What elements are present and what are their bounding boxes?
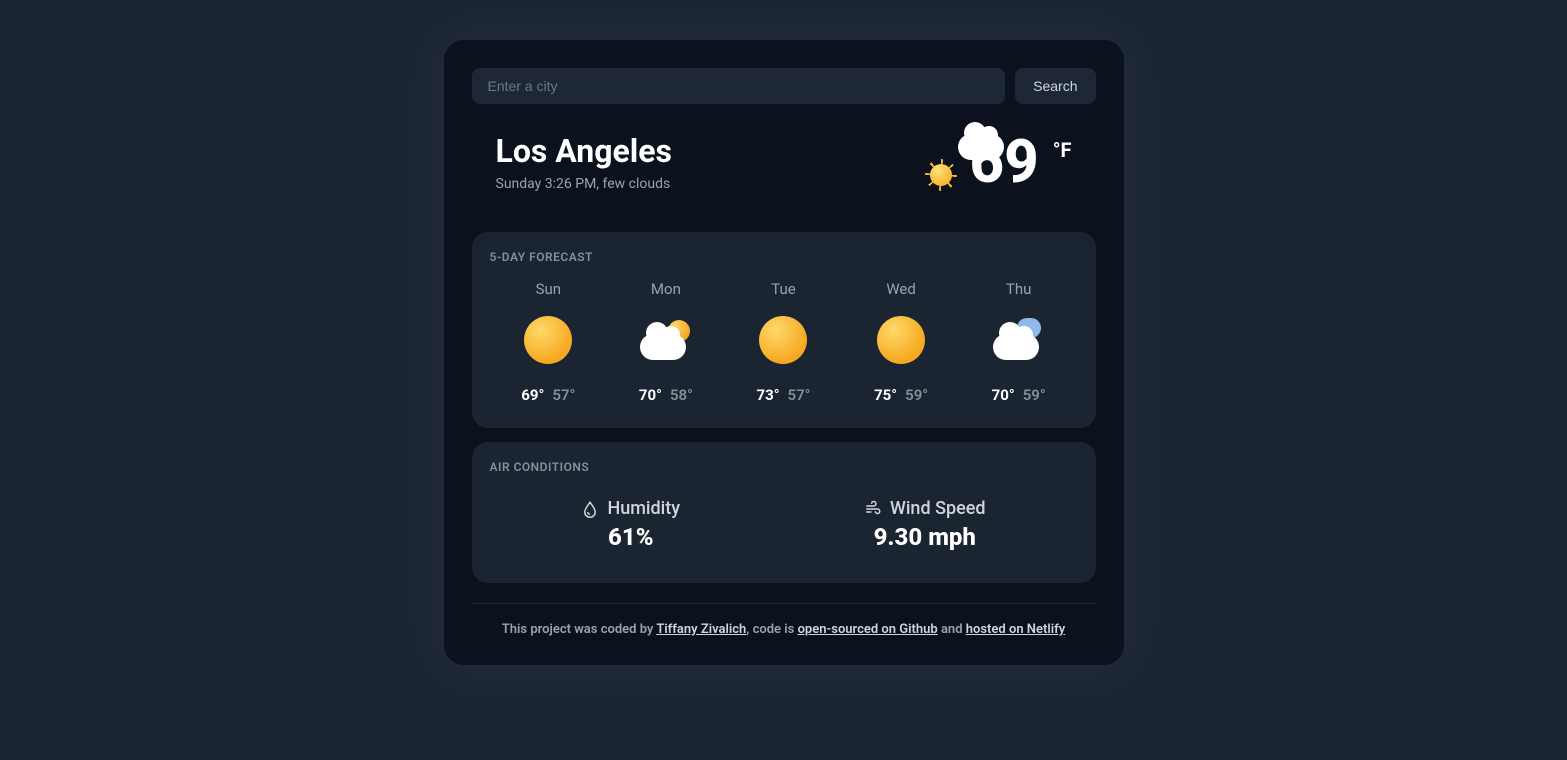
forecast-day: Sun 69° 57° [493, 280, 603, 404]
forecast-hi: 69° [521, 386, 544, 404]
current-temp-group: 69 °F [956, 132, 1072, 192]
current-subline: Sunday 3:26 PM, few clouds [496, 176, 672, 192]
forecast-title: 5-DAY FORECAST [490, 250, 1078, 264]
forecast-day-name: Tue [728, 280, 838, 298]
droplet-icon [581, 500, 599, 518]
forecast-temps: 75° 59° [846, 386, 956, 404]
sun-icon [728, 312, 838, 368]
forecast-hi: 70° [992, 386, 1015, 404]
forecast-lo: 58° [670, 386, 693, 404]
air-panel: AIR CONDITIONS Humidity 61% [472, 442, 1096, 583]
forecast-temps: 70° 58° [611, 386, 721, 404]
forecast-panel: 5-DAY FORECAST Sun 69° 57° Mon 70° 58° Tue 73° 5… [472, 232, 1096, 428]
air-row: Humidity 61% Wind Speed 9.30 mph [490, 490, 1078, 559]
forecast-day-name: Sun [493, 280, 603, 298]
cloud-sun-icon [611, 312, 721, 368]
wind-icon [864, 500, 882, 518]
forecast-day: Wed 75° 59° [846, 280, 956, 404]
author-link[interactable]: Tiffany Zivalich [656, 622, 746, 637]
footer-mid2: and [938, 622, 966, 637]
forecast-temps: 69° 57° [493, 386, 603, 404]
cloud-icon [964, 312, 1074, 368]
humidity-label-row: Humidity [581, 498, 680, 519]
github-link[interactable]: open-sourced on Github [798, 622, 938, 637]
forecast-row: Sun 69° 57° Mon 70° 58° Tue 73° 57° Wed 75° 59° Thu 7… [490, 280, 1078, 404]
forecast-hi: 70° [639, 386, 662, 404]
humidity-block: Humidity 61% [581, 498, 680, 551]
city-name: Los Angeles [496, 132, 672, 170]
footer: This project was coded by Tiffany Zivali… [472, 603, 1096, 637]
forecast-day: Thu 70° 59° [964, 280, 1074, 404]
wind-label: Wind Speed [890, 498, 986, 519]
forecast-lo: 57° [788, 386, 811, 404]
forecast-day-name: Mon [611, 280, 721, 298]
footer-prefix: This project was coded by [502, 622, 657, 637]
forecast-lo: 59° [905, 386, 928, 404]
city-search-input[interactable] [472, 68, 1006, 104]
forecast-day-name: Wed [846, 280, 956, 298]
humidity-value: 61% [608, 523, 653, 551]
forecast-hi: 75° [874, 386, 897, 404]
current-text: Los Angeles Sunday 3:26 PM, few clouds [496, 132, 672, 192]
footer-mid1: , code is [746, 622, 797, 637]
sun-icon [493, 312, 603, 368]
forecast-temps: 73° 57° [728, 386, 838, 404]
search-button[interactable]: Search [1015, 68, 1095, 104]
forecast-day-name: Thu [964, 280, 1074, 298]
forecast-hi: 73° [756, 386, 779, 404]
wind-label-row: Wind Speed [864, 498, 986, 519]
netlify-link[interactable]: hosted on Netlify [966, 622, 1065, 637]
current-weather: Los Angeles Sunday 3:26 PM, few clouds 6… [472, 132, 1096, 232]
weather-card: Search Los Angeles Sunday 3:26 PM, few c… [444, 40, 1124, 665]
humidity-label: Humidity [607, 498, 680, 519]
forecast-day: Tue 73° 57° [728, 280, 838, 404]
sun-icon [846, 312, 956, 368]
forecast-day: Mon 70° 58° [611, 280, 721, 404]
unit-toggle[interactable]: °F [1053, 138, 1072, 162]
forecast-temps: 70° 59° [964, 386, 1074, 404]
search-row: Search [472, 68, 1096, 104]
forecast-lo: 57° [552, 386, 575, 404]
wind-block: Wind Speed 9.30 mph [864, 498, 986, 551]
forecast-lo: 59° [1023, 386, 1046, 404]
wind-value: 9.30 mph [874, 523, 976, 551]
air-title: AIR CONDITIONS [490, 460, 1078, 474]
